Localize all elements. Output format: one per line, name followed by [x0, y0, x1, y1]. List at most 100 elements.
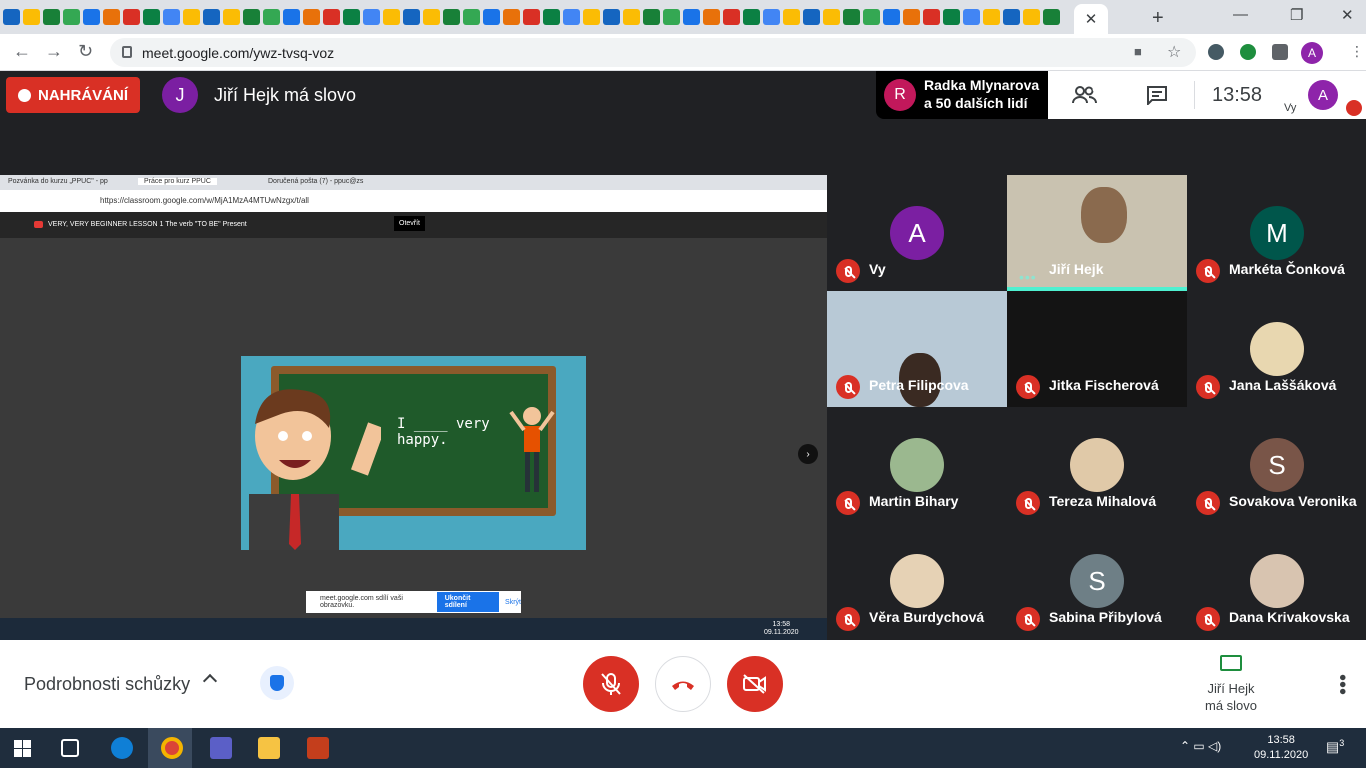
pinned-tab-favicon[interactable] — [843, 9, 860, 25]
pinned-tab-favicon[interactable] — [43, 9, 60, 25]
chevron-up-icon[interactable] — [202, 673, 218, 689]
pinned-tab-favicon[interactable] — [583, 9, 600, 25]
pinned-tab-favicon[interactable] — [603, 9, 620, 25]
pinned-tab-favicon[interactable] — [323, 9, 340, 25]
pinned-tab-favicon[interactable] — [863, 9, 880, 25]
participant-tile[interactable]: Jitka Fischerová — [1007, 291, 1187, 407]
pinned-tab-favicon[interactable] — [763, 9, 780, 25]
close-window-button[interactable]: ✕ — [1341, 6, 1354, 24]
stop-sharing-button[interactable]: Ukončit sdílení — [436, 592, 500, 612]
participant-tile[interactable]: ••• Jiří Hejk — [1007, 175, 1187, 291]
pinned-tab-favicon[interactable] — [363, 9, 380, 25]
pinned-tab-favicon[interactable] — [523, 9, 540, 25]
pinned-tab-favicon[interactable] — [563, 9, 580, 25]
pinned-tab-favicon[interactable] — [943, 9, 960, 25]
participant-tile[interactable]: Tereza Mihalová — [1007, 407, 1187, 523]
windows-start-icon[interactable] — [14, 740, 31, 757]
maximize-button[interactable]: ❐ — [1290, 6, 1303, 24]
participant-tile[interactable]: Martin Bihary — [827, 407, 1007, 523]
pinned-tab-favicon[interactable] — [23, 9, 40, 25]
pinned-tab-favicon[interactable] — [923, 9, 940, 25]
participant-tile[interactable]: Petra Filipcova — [827, 291, 1007, 407]
extension-icon[interactable] — [1208, 44, 1224, 60]
pinned-tab-favicon[interactable] — [383, 9, 400, 25]
close-tab-icon[interactable]: ✕ — [1085, 10, 1098, 28]
pinned-tab-favicon[interactable] — [143, 9, 160, 25]
participant-tile[interactable]: M Markéta Čonková — [1187, 175, 1366, 291]
taskbar-clock[interactable]: 13:58 09.11.2020 — [1254, 733, 1308, 763]
powerpoint-icon[interactable] — [307, 737, 329, 759]
pinned-tab-favicon[interactable] — [3, 9, 20, 25]
leave-call-button[interactable] — [655, 656, 711, 712]
pinned-tab-favicon[interactable] — [243, 9, 260, 25]
participant-tile[interactable]: Věra Burdychová — [827, 523, 1007, 639]
presenting-label[interactable]: Jiří Hejk má slovo — [1196, 680, 1266, 714]
participant-tile[interactable]: Dana Krivakovska — [1187, 523, 1366, 639]
new-tab-button[interactable]: + — [1152, 7, 1164, 30]
pinned-tab-favicon[interactable] — [623, 9, 640, 25]
pinned-tab-favicon[interactable] — [263, 9, 280, 25]
pinned-tab-favicon[interactable] — [643, 9, 660, 25]
hide-button[interactable]: Skrýt — [505, 599, 521, 606]
profile-avatar[interactable]: A — [1301, 42, 1323, 64]
self-avatar[interactable]: A — [1308, 80, 1338, 110]
pinned-tab-favicon[interactable] — [463, 9, 480, 25]
pinned-tab-favicon[interactable] — [1043, 9, 1060, 25]
present-screen-icon[interactable] — [1220, 655, 1242, 671]
file-explorer-icon[interactable] — [258, 737, 280, 759]
pinned-tab-favicon[interactable] — [83, 9, 100, 25]
minimize-button[interactable]: — — [1233, 6, 1248, 23]
pinned-tab-favicon[interactable] — [283, 9, 300, 25]
tray-icons[interactable]: ⌃ ▭ ◁) — [1180, 739, 1221, 753]
pinned-tab-favicon[interactable] — [803, 9, 820, 25]
meeting-details-button[interactable]: Podrobnosti schůzky — [24, 674, 190, 695]
pinned-tab-favicon[interactable] — [303, 9, 320, 25]
reload-icon[interactable]: ↻ — [78, 41, 93, 62]
pinned-tab-favicon[interactable] — [443, 9, 460, 25]
camera-icon[interactable]: ■ — [1134, 44, 1142, 59]
task-view-icon[interactable] — [61, 739, 79, 757]
pinned-tab-favicon[interactable] — [663, 9, 680, 25]
pinned-tab-favicon[interactable] — [883, 9, 900, 25]
participant-tile[interactable]: S Sovakova Veronika — [1187, 407, 1366, 523]
pinned-tab-favicon[interactable] — [223, 9, 240, 25]
pinned-tab-favicon[interactable] — [823, 9, 840, 25]
pinned-tab-favicon[interactable] — [163, 9, 180, 25]
host-controls-icon[interactable] — [260, 666, 294, 700]
mic-toggle-button[interactable] — [583, 656, 639, 712]
participant-tile[interactable]: A Vy — [827, 175, 1007, 291]
pinned-tab-favicon[interactable] — [1023, 9, 1040, 25]
omnibox[interactable]: meet.google.com/ywz-tvsq-voz ■ ☆ — [110, 38, 1196, 67]
pinned-tab-favicon[interactable] — [63, 9, 80, 25]
pinned-tab-favicon[interactable] — [423, 9, 440, 25]
share-notice[interactable]: meet.google.com sdílí vaši obrazovku. Uk… — [306, 591, 521, 613]
pinned-tab-favicon[interactable] — [483, 9, 500, 25]
chrome-menu-icon[interactable]: ⋮ — [1350, 43, 1364, 60]
pinned-tab-favicon[interactable] — [543, 9, 560, 25]
pinned-tab-favicon[interactable] — [183, 9, 200, 25]
pinned-tab-favicon[interactable] — [743, 9, 760, 25]
pinned-tab-favicon[interactable] — [783, 9, 800, 25]
pinned-tab-favicon[interactable] — [123, 9, 140, 25]
teams-icon[interactable] — [210, 737, 232, 759]
pinned-tab-favicon[interactable] — [703, 9, 720, 25]
pinned-tab-favicon[interactable] — [963, 9, 980, 25]
camera-toggle-button[interactable] — [727, 656, 783, 712]
pinned-tab-favicon[interactable] — [903, 9, 920, 25]
pinned-tab-favicon[interactable] — [723, 9, 740, 25]
pinned-tab-favicon[interactable] — [683, 9, 700, 25]
participant-tile[interactable]: S Sabina Přibylová — [1007, 523, 1187, 639]
participant-tile[interactable]: Jana Laššáková — [1187, 291, 1366, 407]
extension-icon-green[interactable] — [1240, 44, 1256, 60]
back-icon[interactable]: ← — [13, 41, 31, 62]
pinned-tab-favicon[interactable] — [103, 9, 120, 25]
pinned-tab-favicon[interactable] — [983, 9, 1000, 25]
edge-icon[interactable] — [111, 737, 133, 759]
active-tab[interactable]: ✕ — [1074, 4, 1108, 34]
bookmark-star-icon[interactable]: ☆ — [1167, 42, 1181, 62]
pinned-tab-favicon[interactable] — [503, 9, 520, 25]
pinned-tabs[interactable] — [0, 9, 1063, 25]
notification-center-icon[interactable]: ▤3 — [1326, 738, 1344, 756]
forward-icon[interactable]: → — [45, 41, 63, 62]
pinned-tab-favicon[interactable] — [1003, 9, 1020, 25]
